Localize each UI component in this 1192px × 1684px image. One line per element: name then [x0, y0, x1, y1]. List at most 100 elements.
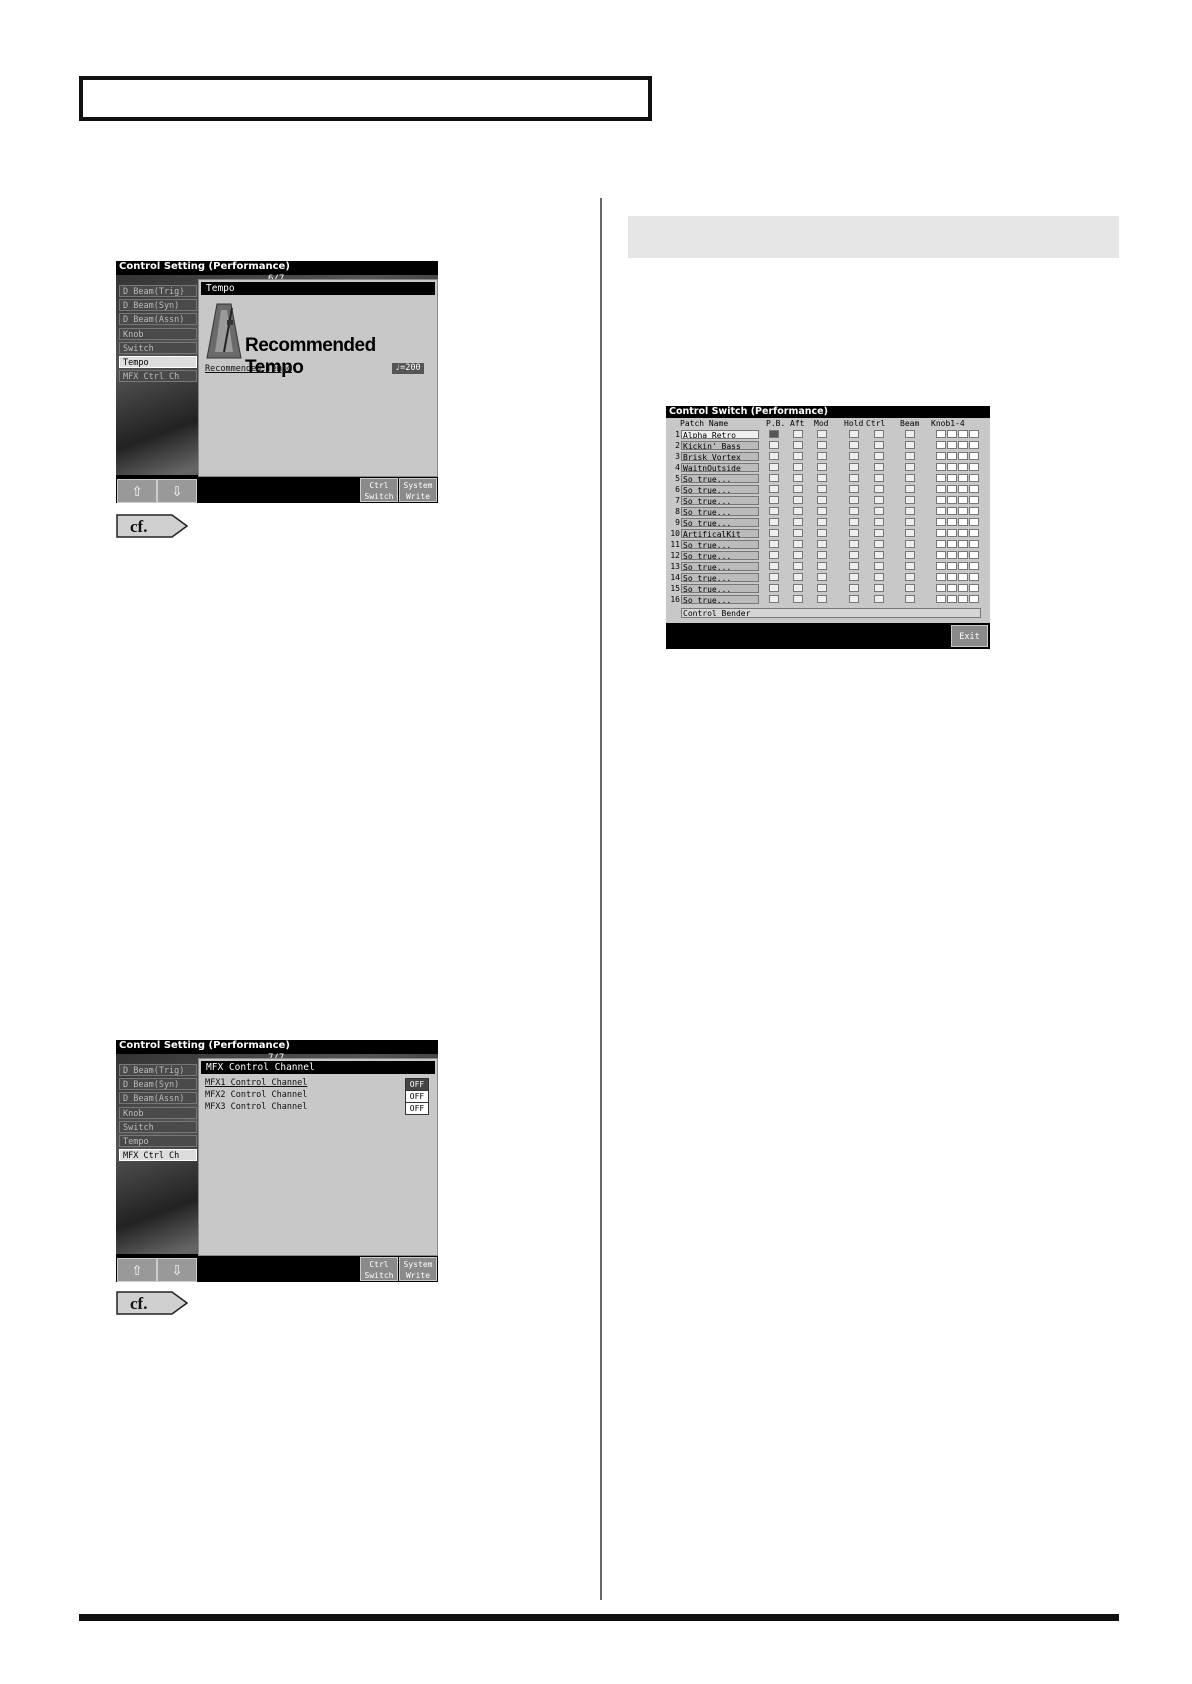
switch-checkbox[interactable]: [849, 595, 859, 603]
switch-checkbox[interactable]: [936, 452, 946, 460]
switch-checkbox[interactable]: [936, 540, 946, 548]
switch-checkbox[interactable]: [769, 573, 779, 581]
switch-checkbox[interactable]: [958, 496, 968, 504]
switch-checkbox[interactable]: [958, 562, 968, 570]
switch-checkbox[interactable]: [769, 485, 779, 493]
switch-checkbox[interactable]: [874, 441, 884, 449]
switch-checkbox[interactable]: [769, 595, 779, 603]
switch-checkbox[interactable]: [969, 551, 979, 559]
switch-checkbox[interactable]: [905, 463, 915, 471]
switch-checkbox[interactable]: [874, 584, 884, 592]
switch-checkbox[interactable]: [969, 485, 979, 493]
switch-checkbox[interactable]: [793, 485, 803, 493]
patch-name-cell[interactable]: So true...: [681, 518, 759, 527]
switch-checkbox[interactable]: [936, 551, 946, 559]
switch-checkbox[interactable]: [947, 507, 957, 515]
switch-checkbox[interactable]: [969, 430, 979, 438]
switch-checkbox[interactable]: [905, 452, 915, 460]
switch-checkbox[interactable]: [969, 595, 979, 603]
switch-checkbox[interactable]: [947, 529, 957, 537]
switch-checkbox[interactable]: [969, 584, 979, 592]
switch-checkbox[interactable]: [817, 584, 827, 592]
switch-checkbox[interactable]: [958, 551, 968, 559]
switch-checkbox[interactable]: [969, 496, 979, 504]
switch-checkbox[interactable]: [769, 452, 779, 460]
patch-name-cell[interactable]: So true...: [681, 562, 759, 571]
switch-checkbox[interactable]: [769, 474, 779, 482]
switch-checkbox[interactable]: [947, 551, 957, 559]
switch-checkbox[interactable]: [947, 485, 957, 493]
switch-checkbox[interactable]: [936, 562, 946, 570]
switch-checkbox[interactable]: [936, 485, 946, 493]
switch-checkbox[interactable]: [849, 551, 859, 559]
switch-checkbox[interactable]: [947, 518, 957, 526]
switch-checkbox[interactable]: [769, 463, 779, 471]
switch-checkbox[interactable]: [793, 474, 803, 482]
switch-checkbox[interactable]: [947, 452, 957, 460]
switch-checkbox[interactable]: [874, 551, 884, 559]
switch-checkbox[interactable]: [793, 540, 803, 548]
up-arrow-button[interactable]: ⇧: [117, 479, 157, 503]
switch-checkbox[interactable]: [905, 441, 915, 449]
ctrl-switch-button[interactable]: Ctrl Switch: [360, 478, 398, 502]
switch-checkbox[interactable]: [947, 595, 957, 603]
switch-checkbox[interactable]: [817, 430, 827, 438]
switch-checkbox[interactable]: [874, 540, 884, 548]
switch-checkbox[interactable]: [905, 485, 915, 493]
switch-checkbox[interactable]: [936, 430, 946, 438]
switch-checkbox[interactable]: [849, 540, 859, 548]
switch-checkbox[interactable]: [874, 485, 884, 493]
switch-checkbox[interactable]: [849, 518, 859, 526]
switch-checkbox[interactable]: [874, 507, 884, 515]
switch-checkbox[interactable]: [936, 573, 946, 581]
switch-checkbox[interactable]: [905, 540, 915, 548]
patch-name-cell[interactable]: Alpha Retro: [681, 430, 759, 439]
switch-checkbox[interactable]: [969, 518, 979, 526]
switch-checkbox[interactable]: [817, 441, 827, 449]
switch-checkbox[interactable]: [905, 518, 915, 526]
switch-checkbox[interactable]: [958, 573, 968, 581]
switch-checkbox[interactable]: [936, 496, 946, 504]
switch-checkbox[interactable]: [936, 441, 946, 449]
switch-checkbox[interactable]: [849, 562, 859, 570]
switch-checkbox[interactable]: [947, 573, 957, 581]
side-item-dbeam-trig[interactable]: D Beam(Trig): [119, 285, 197, 297]
switch-checkbox[interactable]: [905, 529, 915, 537]
switch-checkbox[interactable]: [947, 474, 957, 482]
switch-checkbox[interactable]: [969, 474, 979, 482]
patch-name-cell[interactable]: So true...: [681, 573, 759, 582]
switch-checkbox[interactable]: [849, 441, 859, 449]
switch-checkbox[interactable]: [936, 529, 946, 537]
side-item-mfx-ctrl-ch[interactable]: MFX Ctrl Ch: [119, 1149, 197, 1162]
switch-checkbox[interactable]: [769, 529, 779, 537]
switch-checkbox[interactable]: [905, 573, 915, 581]
switch-checkbox[interactable]: [793, 529, 803, 537]
switch-checkbox[interactable]: [769, 562, 779, 570]
switch-checkbox[interactable]: [905, 430, 915, 438]
switch-checkbox[interactable]: [769, 518, 779, 526]
switch-checkbox[interactable]: [849, 496, 859, 504]
switch-checkbox[interactable]: [793, 452, 803, 460]
switch-checkbox[interactable]: [969, 452, 979, 460]
patch-name-cell[interactable]: So true...: [681, 485, 759, 494]
switch-checkbox[interactable]: [905, 507, 915, 515]
switch-checkbox[interactable]: [969, 573, 979, 581]
mfx3-value[interactable]: OFF: [405, 1102, 429, 1115]
switch-checkbox[interactable]: [817, 485, 827, 493]
switch-checkbox[interactable]: [817, 496, 827, 504]
side-item-dbeam-syn[interactable]: D Beam(Syn): [119, 1078, 197, 1091]
patch-name-cell[interactable]: So true...: [681, 496, 759, 505]
recommended-tempo-value[interactable]: ♩=200: [392, 363, 424, 374]
switch-checkbox[interactable]: [793, 573, 803, 581]
switch-checkbox[interactable]: [969, 507, 979, 515]
switch-checkbox[interactable]: [849, 573, 859, 581]
switch-checkbox[interactable]: [793, 518, 803, 526]
side-item-dbeam-trig[interactable]: D Beam(Trig): [119, 1064, 197, 1076]
switch-checkbox[interactable]: [817, 518, 827, 526]
switch-checkbox[interactable]: [958, 441, 968, 449]
switch-checkbox[interactable]: [849, 584, 859, 592]
patch-name-cell[interactable]: So true...: [681, 507, 759, 516]
switch-checkbox[interactable]: [874, 463, 884, 471]
switch-checkbox[interactable]: [817, 573, 827, 581]
switch-checkbox[interactable]: [793, 507, 803, 515]
